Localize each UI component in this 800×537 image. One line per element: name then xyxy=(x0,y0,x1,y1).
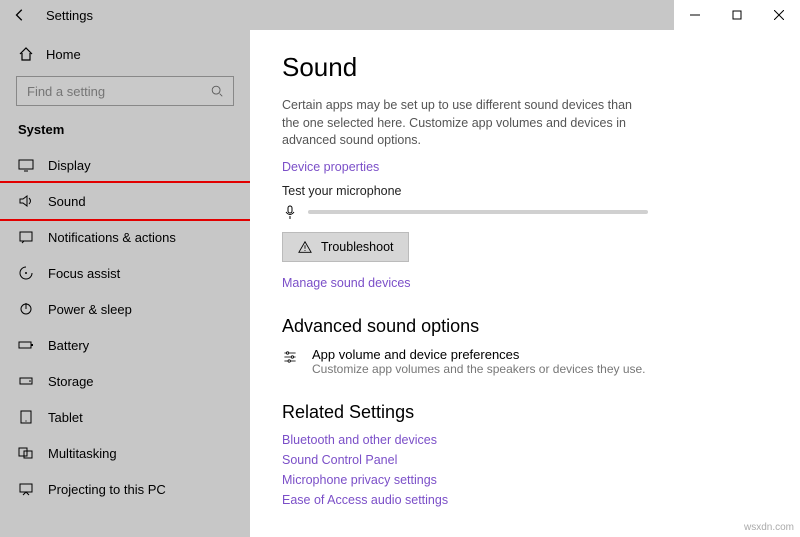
sidebar-item-storage[interactable]: Storage xyxy=(0,363,250,399)
troubleshoot-button[interactable]: Troubleshoot xyxy=(282,232,409,262)
mic-level-bar xyxy=(308,210,648,214)
titlebar: Settings xyxy=(0,0,800,30)
watermark: wsxdn.com xyxy=(744,522,794,533)
warning-icon xyxy=(297,239,313,255)
sidebar-item-label: Tablet xyxy=(48,410,83,425)
troubleshoot-label: Troubleshoot xyxy=(321,240,394,254)
sidebar-item-display[interactable]: Display xyxy=(0,147,250,183)
bluetooth-link[interactable]: Bluetooth and other devices xyxy=(282,433,768,447)
sidebar-item-label: Display xyxy=(48,158,91,173)
tablet-icon xyxy=(18,409,34,425)
minimize-button[interactable] xyxy=(674,0,716,30)
notifications-icon xyxy=(18,229,34,245)
sidebar-item-power-sleep[interactable]: Power & sleep xyxy=(0,291,250,327)
sidebar: Home System Display Sound Notifications … xyxy=(0,30,250,537)
sound-control-panel-link[interactable]: Sound Control Panel xyxy=(282,453,768,467)
sidebar-item-label: Sound xyxy=(48,194,86,209)
sidebar-item-label: Power & sleep xyxy=(48,302,132,317)
sound-icon xyxy=(18,193,34,209)
battery-icon xyxy=(18,337,34,353)
pref-subtitle: Customize app volumes and the speakers o… xyxy=(312,362,646,376)
test-mic-label: Test your microphone xyxy=(282,184,768,198)
sidebar-item-label: Projecting to this PC xyxy=(48,482,166,497)
content-pane: Sound Certain apps may be set up to use … xyxy=(250,30,800,537)
sidebar-item-tablet[interactable]: Tablet xyxy=(0,399,250,435)
maximize-button[interactable] xyxy=(716,0,758,30)
projecting-icon xyxy=(18,481,34,497)
focus-assist-icon xyxy=(18,265,34,281)
search-box[interactable] xyxy=(16,76,234,106)
search-icon xyxy=(209,83,225,99)
description-text: Certain apps may be set up to use differ… xyxy=(282,97,642,150)
sidebar-item-sound[interactable]: Sound xyxy=(0,183,250,219)
device-properties-link[interactable]: Device properties xyxy=(282,160,768,174)
search-input[interactable] xyxy=(25,83,209,100)
window-controls xyxy=(674,0,800,30)
related-heading: Related Settings xyxy=(282,402,768,423)
mic-privacy-link[interactable]: Microphone privacy settings xyxy=(282,473,768,487)
sidebar-item-focus-assist[interactable]: Focus assist xyxy=(0,255,250,291)
home-icon xyxy=(18,46,34,62)
app-volume-preferences[interactable]: App volume and device preferences Custom… xyxy=(282,347,768,376)
microphone-icon xyxy=(282,204,298,220)
sidebar-item-label: Multitasking xyxy=(48,446,117,461)
close-button[interactable] xyxy=(758,0,800,30)
manage-sound-devices-link[interactable]: Manage sound devices xyxy=(282,276,768,290)
sidebar-item-battery[interactable]: Battery xyxy=(0,327,250,363)
sidebar-item-label: Storage xyxy=(48,374,94,389)
ease-of-access-link[interactable]: Ease of Access audio settings xyxy=(282,493,768,507)
power-icon xyxy=(18,301,34,317)
mic-test-row xyxy=(282,204,768,220)
advanced-heading: Advanced sound options xyxy=(282,316,768,337)
sidebar-item-label: Battery xyxy=(48,338,89,353)
sidebar-item-multitasking[interactable]: Multitasking xyxy=(0,435,250,471)
category-label: System xyxy=(0,120,250,147)
home-button[interactable]: Home xyxy=(0,40,250,72)
display-icon xyxy=(18,157,34,173)
pref-title: App volume and device preferences xyxy=(312,347,646,362)
sidebar-item-projecting[interactable]: Projecting to this PC xyxy=(0,471,250,507)
sidebar-item-label: Focus assist xyxy=(48,266,120,281)
back-button[interactable] xyxy=(0,0,40,30)
multitasking-icon xyxy=(18,445,34,461)
sliders-icon xyxy=(282,349,298,365)
window-title: Settings xyxy=(40,8,93,23)
storage-icon xyxy=(18,373,34,389)
home-label: Home xyxy=(46,47,81,62)
sidebar-item-label: Notifications & actions xyxy=(48,230,176,245)
sidebar-item-notifications[interactable]: Notifications & actions xyxy=(0,219,250,255)
page-title: Sound xyxy=(282,52,768,83)
